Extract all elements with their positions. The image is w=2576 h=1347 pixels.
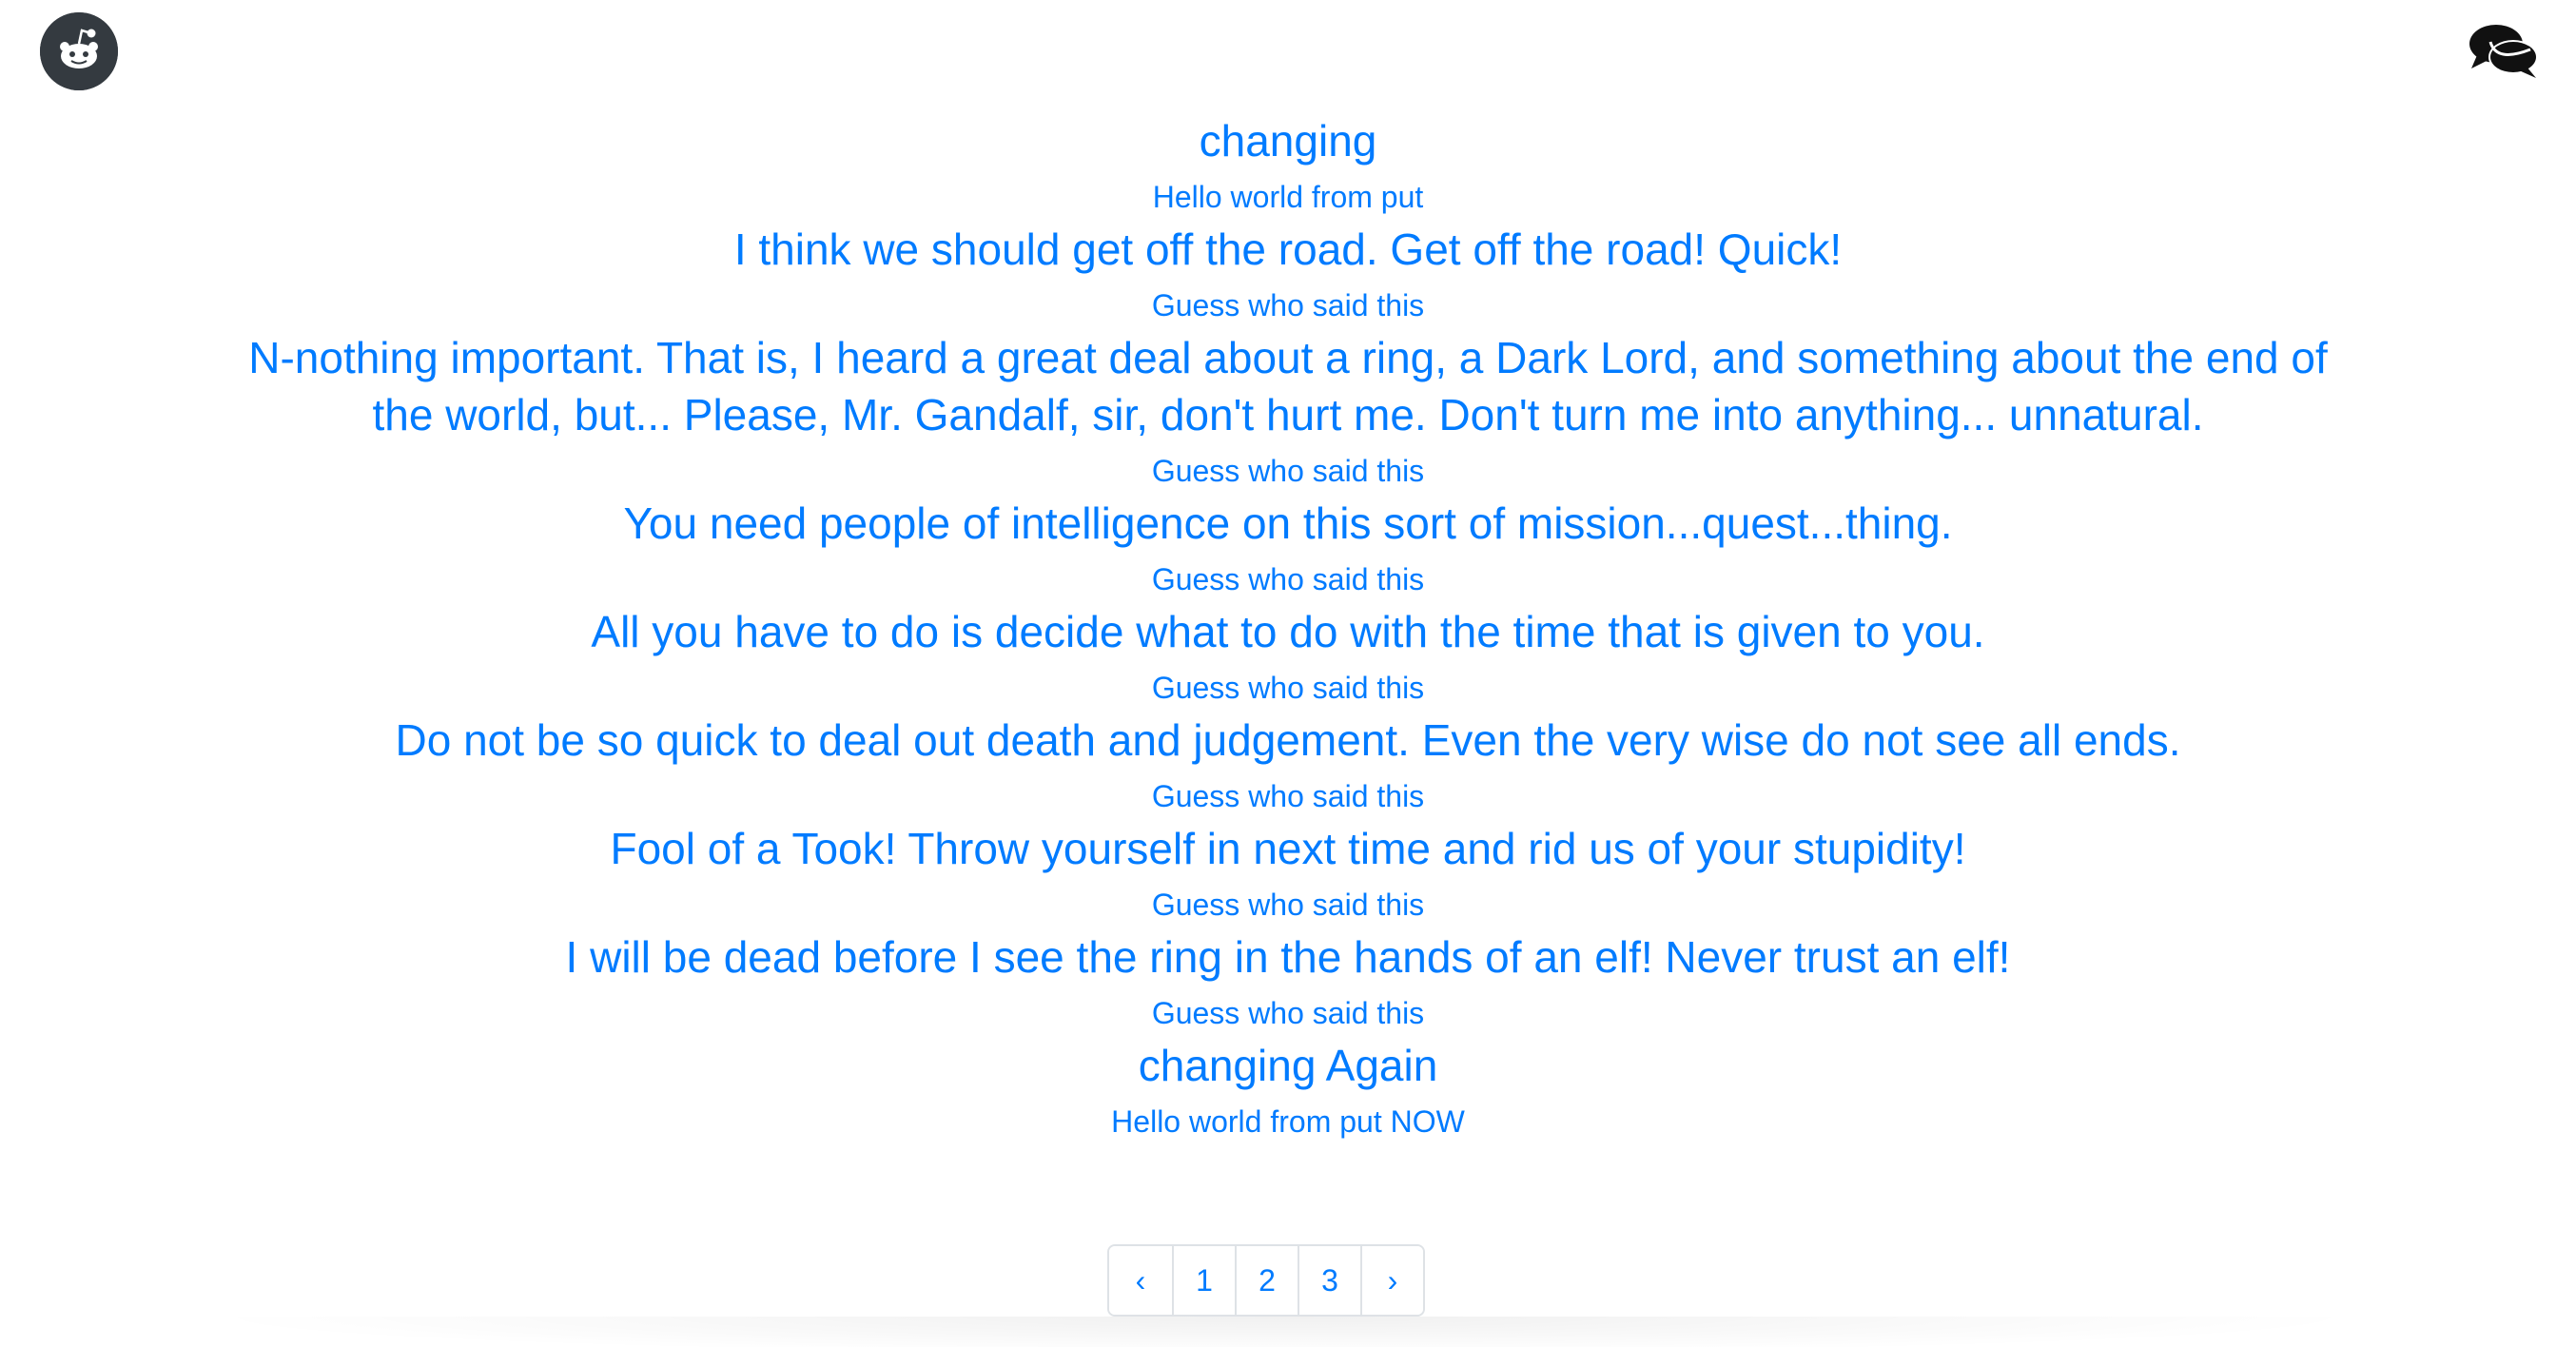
footer-shadow xyxy=(190,1317,2378,1347)
post-subtitle: Hello world from put xyxy=(1152,180,1424,214)
post-item: You need people of intelligence on this … xyxy=(0,495,2576,599)
post-item: I think we should get off the road. Get … xyxy=(0,221,2576,325)
post-subtitle: Guess who said this xyxy=(1151,671,1425,705)
pagination-page-2[interactable]: 2 xyxy=(1235,1246,1298,1315)
post-subtitle: Guess who said this xyxy=(1151,288,1425,322)
post-item: N-nothing important. That is, I heard a … xyxy=(0,329,2576,491)
post-subtitle: Guess who said this xyxy=(1151,779,1425,813)
post-subtitle: Guess who said this xyxy=(1151,996,1425,1030)
post-title[interactable]: You need people of intelligence on this … xyxy=(213,495,2363,552)
page: changing Hello world from put I think we… xyxy=(0,0,2576,1347)
post-title[interactable]: changing Again xyxy=(213,1037,2363,1094)
post-title[interactable]: changing xyxy=(213,112,2363,169)
pagination-page-3[interactable]: 3 xyxy=(1298,1246,1360,1315)
comments-icon[interactable] xyxy=(2468,21,2540,80)
post-item: Fool of a Took! Throw yourself in next t… xyxy=(0,820,2576,925)
post-title[interactable]: Fool of a Took! Throw yourself in next t… xyxy=(213,820,2363,877)
post-title[interactable]: All you have to do is decide what to do … xyxy=(213,603,2363,660)
post-title[interactable]: N-nothing important. That is, I heard a … xyxy=(213,329,2363,443)
post-subtitle: Guess who said this xyxy=(1151,454,1425,488)
pagination: ‹ 1 2 3 › xyxy=(1107,1244,1425,1317)
pagination-next-button[interactable]: › xyxy=(1360,1246,1423,1315)
post-item: changing Hello world from put xyxy=(0,112,2576,217)
post-subtitle: Guess who said this xyxy=(1151,562,1425,596)
post-item: changing Again Hello world from put NOW xyxy=(0,1037,2576,1142)
post-feed: changing Hello world from put I think we… xyxy=(0,112,2576,1145)
post-item: I will be dead before I see the ring in … xyxy=(0,928,2576,1033)
post-subtitle: Guess who said this xyxy=(1151,888,1425,922)
post-title[interactable]: I will be dead before I see the ring in … xyxy=(213,928,2363,986)
post-item: Do not be so quick to deal out death and… xyxy=(0,712,2576,816)
pagination-prev-button[interactable]: ‹ xyxy=(1109,1246,1172,1315)
post-item: All you have to do is decide what to do … xyxy=(0,603,2576,708)
post-title[interactable]: I think we should get off the road. Get … xyxy=(213,221,2363,278)
post-subtitle: Hello world from put NOW xyxy=(1111,1104,1465,1139)
post-title[interactable]: Do not be so quick to deal out death and… xyxy=(213,712,2363,769)
pagination-page-1[interactable]: 1 xyxy=(1172,1246,1235,1315)
reddit-logo-icon[interactable] xyxy=(40,12,118,90)
